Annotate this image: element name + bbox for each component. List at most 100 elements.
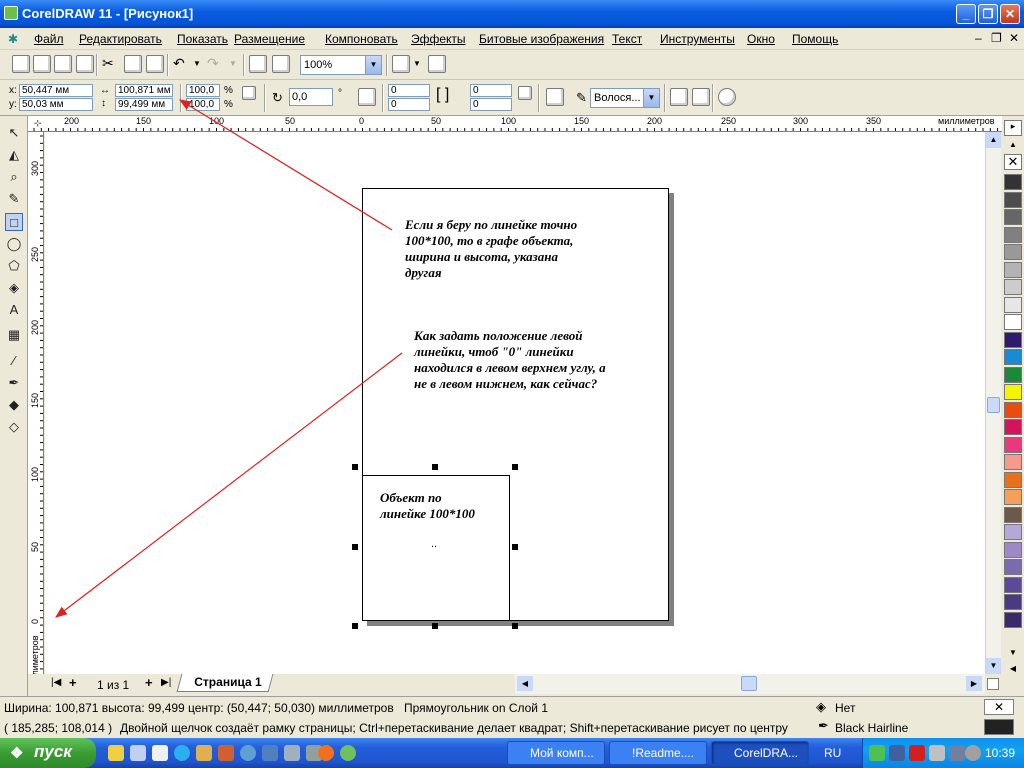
open-icon[interactable] <box>33 55 51 73</box>
antivirus-icon[interactable] <box>909 745 925 761</box>
doc-close-icon[interactable]: ✕ <box>1009 31 1019 45</box>
interactive-fill-tool-icon[interactable]: ◇ <box>5 418 23 436</box>
import-icon[interactable] <box>249 55 267 73</box>
quicklaunch-icon[interactable] <box>218 745 234 761</box>
scroll-up-icon[interactable]: ▲ <box>986 132 1001 148</box>
outline-tool-icon[interactable]: ✒ <box>5 374 23 392</box>
language-indicator[interactable]: RU <box>824 746 841 760</box>
tray-icon[interactable] <box>889 745 905 761</box>
color-swatch[interactable] <box>1004 611 1022 628</box>
vertical-ruler[interactable]: 300 250 200 150 100 50 0 миллиметров <box>28 132 44 674</box>
eyedropper-tool-icon[interactable]: ⁄ <box>5 352 23 370</box>
selection-handle[interactable] <box>512 464 518 470</box>
polygon-tool-icon[interactable]: ⬠ <box>5 257 23 275</box>
skype-icon[interactable] <box>174 745 190 761</box>
color-swatch[interactable] <box>1004 384 1022 400</box>
selection-handle[interactable] <box>432 623 438 629</box>
color-swatch[interactable] <box>1004 366 1022 383</box>
text-tool-icon[interactable]: A <box>5 301 23 319</box>
tray-icon[interactable] <box>929 745 945 761</box>
corner-round-field-3[interactable]: 0 <box>388 98 430 111</box>
task-readme[interactable]: !Readme.... <box>609 741 707 765</box>
palette-options-icon[interactable]: ▸ <box>1004 120 1022 136</box>
color-swatch[interactable] <box>1004 401 1022 418</box>
horizontal-scroll-thumb[interactable] <box>741 676 757 691</box>
scale-x-field[interactable]: 100,0 <box>186 84 220 97</box>
redo-dropdown-icon[interactable]: ▼ <box>229 59 237 68</box>
width-field[interactable]: 100,871 мм <box>115 84 173 97</box>
volume-icon[interactable] <box>949 745 965 761</box>
quicklaunch-icon[interactable] <box>108 745 124 761</box>
rotation-field[interactable]: 0,0 <box>289 88 333 106</box>
color-swatch[interactable] <box>1004 244 1022 260</box>
to-back-icon[interactable] <box>692 88 710 106</box>
undo-icon[interactable]: ↶ <box>173 55 191 73</box>
palette-scroll-up-icon[interactable]: ▲ <box>1004 140 1022 152</box>
pick-tool-icon[interactable]: ↖ <box>5 124 23 142</box>
add-page-before-icon[interactable]: + <box>69 675 77 690</box>
color-swatch[interactable] <box>1004 296 1022 313</box>
quicklaunch-icon[interactable] <box>240 745 256 761</box>
task-my-computer[interactable]: Мой комп... <box>507 741 605 765</box>
palette-expand-icon[interactable]: ◀ <box>1004 664 1022 676</box>
chevron-down-icon[interactable]: ▼ <box>643 89 659 107</box>
copy-icon[interactable] <box>124 55 142 73</box>
height-field[interactable]: 99,499 мм <box>115 98 173 111</box>
add-page-after-icon[interactable]: + <box>145 675 153 690</box>
rectangle-tool-icon[interactable]: □ <box>5 213 23 231</box>
basic-shapes-tool-icon[interactable]: ◈ <box>5 279 23 297</box>
new-document-icon[interactable] <box>12 55 30 73</box>
doc-menu-icon[interactable]: ✱ <box>8 32 18 46</box>
corner-round-field-4[interactable]: 0 <box>470 98 512 111</box>
color-swatch[interactable] <box>1004 331 1022 348</box>
undo-dropdown-icon[interactable]: ▼ <box>193 59 201 68</box>
color-swatch[interactable] <box>1004 436 1022 453</box>
scroll-down-icon[interactable]: ▼ <box>986 658 1001 674</box>
selection-handle[interactable] <box>352 623 358 629</box>
fill-swatch[interactable]: ✕ <box>984 699 1014 715</box>
ellipse-tool-icon[interactable]: ◯ <box>5 235 23 253</box>
selection-handle[interactable] <box>352 464 358 470</box>
menu-view[interactable]: Показать <box>177 32 228 46</box>
color-swatch[interactable] <box>1004 576 1022 593</box>
firefox-icon[interactable] <box>318 745 334 761</box>
color-swatch[interactable] <box>1004 506 1022 523</box>
tray-icon[interactable] <box>965 745 981 761</box>
menu-file[interactable]: Файл <box>34 32 64 46</box>
minimize-button[interactable]: _ <box>956 4 976 24</box>
drawing-canvas[interactable]: Если я беру по линейке точно 100*100, то… <box>45 132 985 674</box>
save-icon[interactable] <box>54 55 72 73</box>
palette-scroll-down-icon[interactable]: ▼ <box>1004 648 1022 660</box>
zoom-tool-icon[interactable]: ⌕ <box>5 168 23 186</box>
selection-handle[interactable] <box>512 623 518 629</box>
color-swatch[interactable] <box>1004 541 1022 558</box>
selection-handle[interactable] <box>352 544 358 550</box>
horizontal-ruler[interactable]: ⊹ 200 150 100 50 0 50 100 150 200 250 30… <box>28 116 1002 132</box>
menu-tools[interactable]: Инструменты <box>660 32 735 46</box>
tray-icon[interactable] <box>869 745 885 761</box>
menu-bitmaps[interactable]: Битовые изображения <box>479 32 604 46</box>
menu-text[interactable]: Текст <box>612 32 642 46</box>
quicklaunch-icon[interactable] <box>196 745 212 761</box>
convert-to-curves-icon[interactable] <box>718 88 736 106</box>
outline-width-select[interactable]: Волося... ▼ <box>590 88 660 108</box>
selection-handle[interactable] <box>432 464 438 470</box>
quicklaunch-icon[interactable] <box>340 745 356 761</box>
color-swatch[interactable] <box>1004 471 1022 488</box>
close-button[interactable]: ✕ <box>1000 4 1020 24</box>
redo-icon[interactable]: ↷ <box>207 55 225 73</box>
launcher-dropdown-icon[interactable]: ▼ <box>413 59 421 68</box>
interactive-blend-tool-icon[interactable]: ▦ <box>5 326 23 344</box>
export-icon[interactable] <box>272 55 290 73</box>
selection-handle[interactable] <box>512 544 518 550</box>
color-swatch[interactable] <box>1004 279 1022 295</box>
color-swatch[interactable] <box>1004 489 1022 505</box>
first-page-icon[interactable]: |◀ <box>51 677 61 688</box>
quicklaunch-icon[interactable] <box>130 745 146 761</box>
chevron-down-icon[interactable]: ▼ <box>365 56 381 74</box>
quicklaunch-icon[interactable] <box>152 745 168 761</box>
start-button[interactable]: ❖ пуск <box>0 738 96 768</box>
scale-y-field[interactable]: 100,0 <box>186 98 220 111</box>
scroll-left-icon[interactable]: ◀ <box>517 676 533 691</box>
menu-layout[interactable]: Размещение <box>234 32 305 46</box>
